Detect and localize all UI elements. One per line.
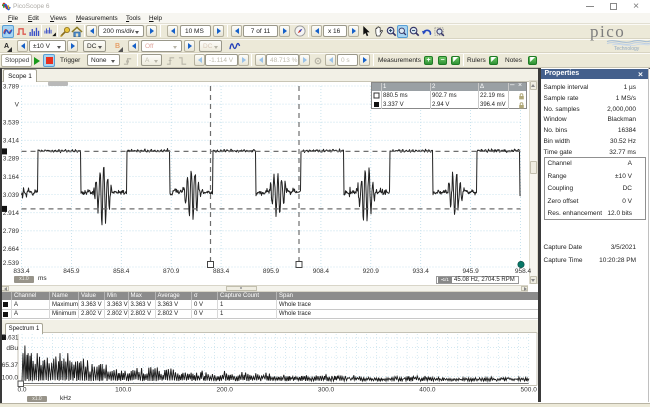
svg-text:945.9: 945.9 xyxy=(462,268,479,275)
svg-text:958.4: 958.4 xyxy=(515,268,532,275)
svg-text:-100.0: -100.0 xyxy=(0,375,18,382)
svg-text:100.0: 100.0 xyxy=(115,387,132,394)
svg-text:845.9: 845.9 xyxy=(63,268,80,275)
svg-text:0.0: 0.0 xyxy=(17,387,26,394)
svg-text:3.789: 3.789 xyxy=(3,83,20,90)
svg-text:200.0: 200.0 xyxy=(217,387,234,394)
svg-text:2.789: 2.789 xyxy=(3,228,20,235)
svg-text:920.9: 920.9 xyxy=(363,268,380,275)
svg-text:3.414: 3.414 xyxy=(3,138,20,145)
svg-text:300.0: 300.0 xyxy=(318,387,335,394)
svg-text:V: V xyxy=(15,101,20,108)
svg-text:870.9: 870.9 xyxy=(163,268,180,275)
svg-text:908.4: 908.4 xyxy=(313,268,330,275)
svg-text:858.4: 858.4 xyxy=(113,268,130,275)
svg-text:3.289: 3.289 xyxy=(3,156,20,163)
svg-text:-65.37: -65.37 xyxy=(0,362,18,369)
svg-text:833.4: 833.4 xyxy=(13,268,30,275)
svg-text:5.631: 5.631 xyxy=(3,335,19,342)
svg-text:895.9: 895.9 xyxy=(263,268,280,275)
svg-text:400.0: 400.0 xyxy=(419,387,436,394)
svg-text:2.539: 2.539 xyxy=(3,260,20,267)
svg-text:500.0: 500.0 xyxy=(521,387,538,394)
svg-text:883.4: 883.4 xyxy=(213,268,230,275)
svg-text:3.539: 3.539 xyxy=(3,120,20,127)
svg-text:2.664: 2.664 xyxy=(3,246,20,253)
svg-text:dBu: dBu xyxy=(6,345,18,352)
svg-text:933.4: 933.4 xyxy=(413,268,430,275)
svg-text:3.164: 3.164 xyxy=(3,174,20,181)
svg-text:3.039: 3.039 xyxy=(3,192,20,199)
